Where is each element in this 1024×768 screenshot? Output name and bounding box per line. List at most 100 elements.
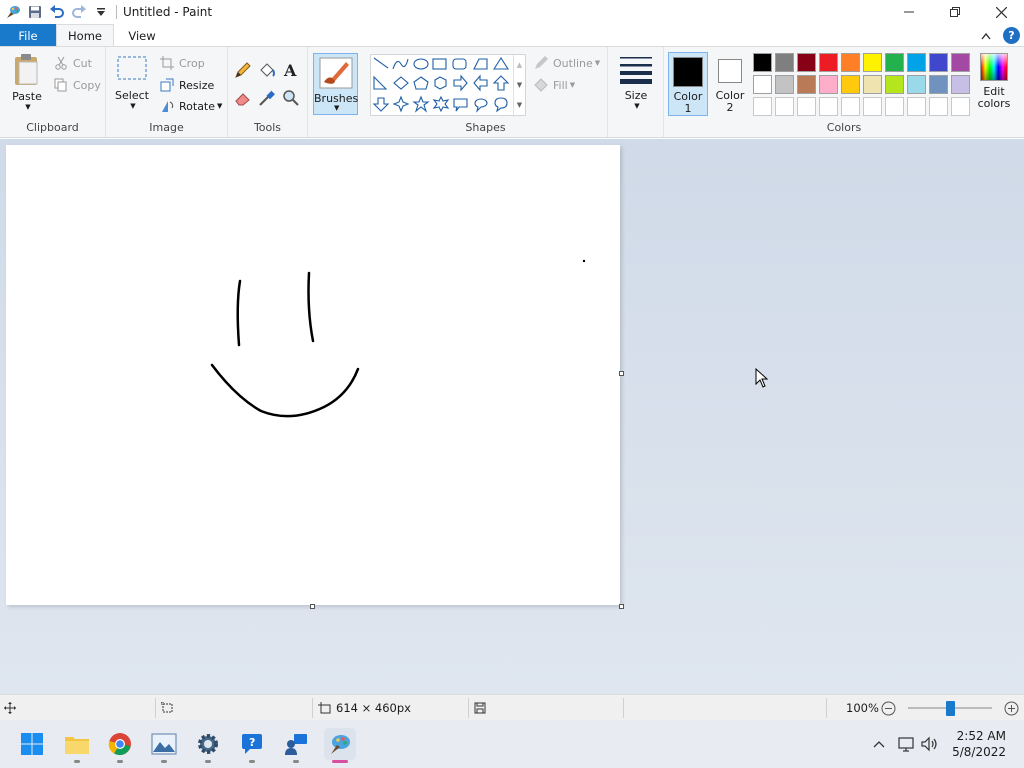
restore-button[interactable] <box>932 0 978 24</box>
palette-custom-slot[interactable] <box>951 97 970 116</box>
taskbar-quick-assist[interactable] <box>280 728 312 763</box>
resize-button[interactable]: Resize <box>158 75 214 95</box>
palette-custom-slot[interactable] <box>775 97 794 116</box>
outline-button[interactable]: Outline ▼ <box>532 53 600 73</box>
palette-color-swatch[interactable] <box>841 75 860 94</box>
palette-color-swatch[interactable] <box>819 75 838 94</box>
collapse-ribbon-button[interactable] <box>978 28 994 44</box>
paint-app-icon[interactable] <box>2 1 24 23</box>
show-hidden-icons-button[interactable] <box>870 740 888 748</box>
palette-color-swatch[interactable] <box>775 75 794 94</box>
palette-custom-slot[interactable] <box>841 97 860 116</box>
taskbar-paint[interactable] <box>324 728 356 763</box>
taskbar-file-explorer[interactable] <box>61 728 93 763</box>
crop-button[interactable]: Crop <box>158 53 205 73</box>
color2-button[interactable]: Color 2 <box>710 52 750 116</box>
tab-home[interactable]: Home <box>56 24 114 47</box>
volume-icon-button[interactable] <box>918 736 942 752</box>
title-bar: Untitled - Paint <box>0 0 1024 24</box>
color2-swatch <box>718 59 742 83</box>
image-size-icon <box>318 702 331 714</box>
select-button[interactable]: Select ▼ <box>114 55 150 110</box>
palette-color-swatch[interactable] <box>819 53 838 72</box>
paste-button[interactable]: Paste ▼ <box>8 53 46 111</box>
zoom-percent: 100% <box>846 701 879 715</box>
pencil-tool[interactable] <box>234 61 254 81</box>
palette-color-swatch[interactable] <box>885 53 904 72</box>
palette-color-swatch[interactable] <box>907 75 926 94</box>
palette-color-swatch[interactable] <box>797 75 816 94</box>
copy-button[interactable]: Copy <box>52 75 101 95</box>
resize-handle-right[interactable] <box>619 371 624 376</box>
palette-color-swatch[interactable] <box>775 53 794 72</box>
resize-handle-corner[interactable] <box>619 604 624 609</box>
taskbar-settings[interactable] <box>192 728 224 763</box>
fill-tool[interactable] <box>258 61 278 81</box>
zoom-in-button[interactable] <box>1004 695 1019 721</box>
palette-custom-slot[interactable] <box>819 97 838 116</box>
tab-view[interactable]: View <box>114 24 170 47</box>
help-button[interactable]: ? <box>1003 27 1020 44</box>
palette-color-swatch[interactable] <box>753 75 772 94</box>
scroll-up-icon[interactable]: ▲ <box>514 55 525 75</box>
palette-color-swatch[interactable] <box>929 75 948 94</box>
outline-brush-icon <box>532 54 550 72</box>
palette-custom-slot[interactable] <box>885 97 904 116</box>
close-button[interactable] <box>978 0 1024 24</box>
rotate-button[interactable]: Rotate ▼ <box>158 96 222 116</box>
palette-color-swatch[interactable] <box>907 53 926 72</box>
magnifier-tool[interactable] <box>282 89 302 109</box>
mouse-cursor <box>755 367 769 391</box>
shapes-scroll[interactable]: ▲ ▼ ▼ <box>513 55 525 117</box>
palette-color-swatch[interactable] <box>863 53 882 72</box>
cut-button[interactable]: Cut <box>52 53 92 73</box>
tab-file[interactable]: File <box>0 24 56 47</box>
customize-quick-access-icon[interactable] <box>90 1 112 23</box>
color-picker-tool[interactable] <box>258 89 278 109</box>
palette-color-swatch[interactable] <box>753 53 772 72</box>
palette-color-swatch[interactable] <box>797 53 816 72</box>
palette-color-swatch[interactable] <box>863 75 882 94</box>
palette-custom-slot[interactable] <box>929 97 948 116</box>
save-icon[interactable] <box>24 1 46 23</box>
palette-color-swatch[interactable] <box>951 75 970 94</box>
expand-gallery-icon[interactable]: ▼ <box>514 95 525 115</box>
redo-icon[interactable] <box>68 1 90 23</box>
drawing-canvas[interactable] <box>6 145 620 605</box>
palette-custom-slot[interactable] <box>753 97 772 116</box>
fill-button[interactable]: Fill ▼ <box>532 75 575 95</box>
palette-custom-slot[interactable] <box>907 97 926 116</box>
text-tool[interactable]: A <box>282 61 302 81</box>
eraser-tool[interactable] <box>234 89 254 109</box>
undo-icon[interactable] <box>46 1 68 23</box>
shapes-gallery: ▲ ▼ ▼ <box>370 54 526 117</box>
network-icon-button[interactable] <box>894 736 918 752</box>
speaker-icon <box>921 736 937 752</box>
edit-colors-button[interactable]: Edit colors <box>974 53 1014 110</box>
palette-color-swatch[interactable] <box>841 53 860 72</box>
zoom-out-button[interactable] <box>881 695 896 721</box>
rotate-dropdown-icon: ▼ <box>217 102 223 110</box>
palette-color-swatch[interactable] <box>929 53 948 72</box>
resize-handle-bottom[interactable] <box>310 604 315 609</box>
taskbar-clock[interactable]: 2:52 AM 5/8/2022 <box>952 728 1006 760</box>
palette-custom-slot[interactable] <box>863 97 882 116</box>
palette-custom-slot[interactable] <box>797 97 816 116</box>
svg-text:A: A <box>283 61 297 79</box>
taskbar-photos[interactable] <box>148 728 180 763</box>
taskbar-chrome[interactable] <box>104 728 136 763</box>
start-button[interactable] <box>16 728 48 760</box>
scissors-icon <box>52 54 70 72</box>
system-tray <box>870 720 942 768</box>
taskbar-get-help[interactable]: ? <box>236 728 268 763</box>
zoom-slider-thumb[interactable] <box>946 701 955 716</box>
size-button[interactable]: Size ▼ <box>618 55 654 110</box>
palette-color-swatch[interactable] <box>885 75 904 94</box>
color1-button[interactable]: Color 1 <box>668 52 708 116</box>
network-icon <box>898 737 914 752</box>
scroll-down-icon[interactable]: ▼ <box>514 75 525 95</box>
palette-color-swatch[interactable] <box>951 53 970 72</box>
minimize-button[interactable] <box>886 0 932 24</box>
brushes-button[interactable]: Brushes ▼ <box>313 53 358 115</box>
svg-text:?: ? <box>249 736 255 749</box>
